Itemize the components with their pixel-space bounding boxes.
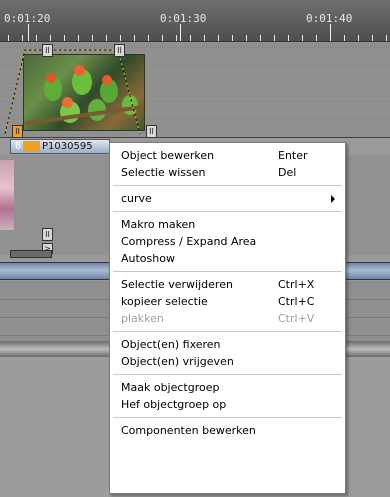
clip-bar-2[interactable] <box>10 250 52 258</box>
menu-item-object-bewerken[interactable]: Object bewerken Enter <box>110 147 345 164</box>
menu-item-shortcut: Enter <box>278 149 308 162</box>
menu-item-shortcut: Ctrl+X <box>278 278 315 291</box>
clip-number: 6 <box>15 141 22 152</box>
menu-item-maak-objectgroep[interactable]: Maak objectgroep <box>110 379 345 396</box>
menu-item-label: Autoshow <box>121 252 175 265</box>
menu-separator <box>113 271 342 272</box>
menu-item-curve[interactable]: curve <box>110 190 345 207</box>
menu-item-label: Object(en) vrijgeven <box>121 355 234 368</box>
menu-item-label: Hef objectgroep op <box>121 398 227 411</box>
menu-separator <box>113 185 342 186</box>
menu-separator <box>113 331 342 332</box>
menu-item-label: kopieer selectie <box>121 295 208 308</box>
keyframe-handle[interactable]: II <box>12 125 23 138</box>
menu-item-autoshow[interactable]: Autoshow <box>110 250 345 267</box>
menu-item-label: Object(en) fixeren <box>121 338 221 351</box>
menu-item-shortcut: Ctrl+V <box>278 312 315 325</box>
keyframe-handle[interactable]: II <box>42 228 53 241</box>
menu-separator <box>113 417 342 418</box>
menu-item-label: Compress / Expand Area <box>121 235 257 248</box>
ruler-time-label: 0:01:30 <box>160 12 207 25</box>
menu-item-label: plakken <box>121 312 164 325</box>
keyframe-handle[interactable]: II <box>146 125 157 138</box>
menu-separator <box>113 374 342 375</box>
menu-item-object-en-fixeren[interactable]: Object(en) fixeren <box>110 336 345 353</box>
ruler-major-tick <box>28 24 29 41</box>
menu-item-label: Makro maken <box>121 218 196 231</box>
menu-item-compress-expand-area[interactable]: Compress / Expand Area <box>110 233 345 250</box>
menu-item-label: Maak objectgroep <box>121 381 220 394</box>
menu-item-selectie-wissen[interactable]: Selectie wissen Del <box>110 164 345 181</box>
menu-separator <box>113 211 342 212</box>
menu-item-label: Selectie verwijderen <box>121 278 233 291</box>
menu-item-makro-maken[interactable]: Makro maken <box>110 216 345 233</box>
clip-thumbnail-2[interactable] <box>0 160 14 230</box>
menu-item-shortcut: Ctrl+C <box>278 295 315 308</box>
timeline-ruler[interactable]: 0:01:20 0:01:30 0:01:40 <box>0 0 390 42</box>
ruler-ticks <box>0 28 390 41</box>
menu-item-plakken: plakken Ctrl+V <box>110 310 345 327</box>
context-menu: Object bewerken Enter Selectie wissen Del cu… <box>109 142 346 494</box>
ruler-major-tick <box>180 24 181 41</box>
menu-item-object-en-vrijgeven[interactable]: Object(en) vrijgeven <box>110 353 345 370</box>
keyframe-handle[interactable]: II <box>42 44 53 57</box>
menu-item-componenten-bewerken[interactable]: Componenten bewerken <box>110 422 345 439</box>
menu-item-label: Object bewerken <box>121 149 215 162</box>
ruler-major-tick <box>330 24 331 41</box>
clip-name: P1030595 <box>42 141 93 152</box>
menu-item-label: curve <box>121 192 152 205</box>
menu-item-label: Componenten bewerken <box>121 424 256 437</box>
menu-item-selectie-verwijderen[interactable]: Selectie verwijderen Ctrl+X <box>110 276 345 293</box>
menu-item-shortcut: Del <box>278 166 297 179</box>
menu-item-kopieer-selectie[interactable]: kopieer selectie Ctrl+C <box>110 293 345 310</box>
submenu-arrow-icon <box>331 195 335 203</box>
menu-item-hef-objectgroep-op[interactable]: Hef objectgroep op <box>110 396 345 413</box>
menu-item-label: Selectie wissen <box>121 166 206 179</box>
keyframe-handle[interactable]: II <box>114 44 125 57</box>
